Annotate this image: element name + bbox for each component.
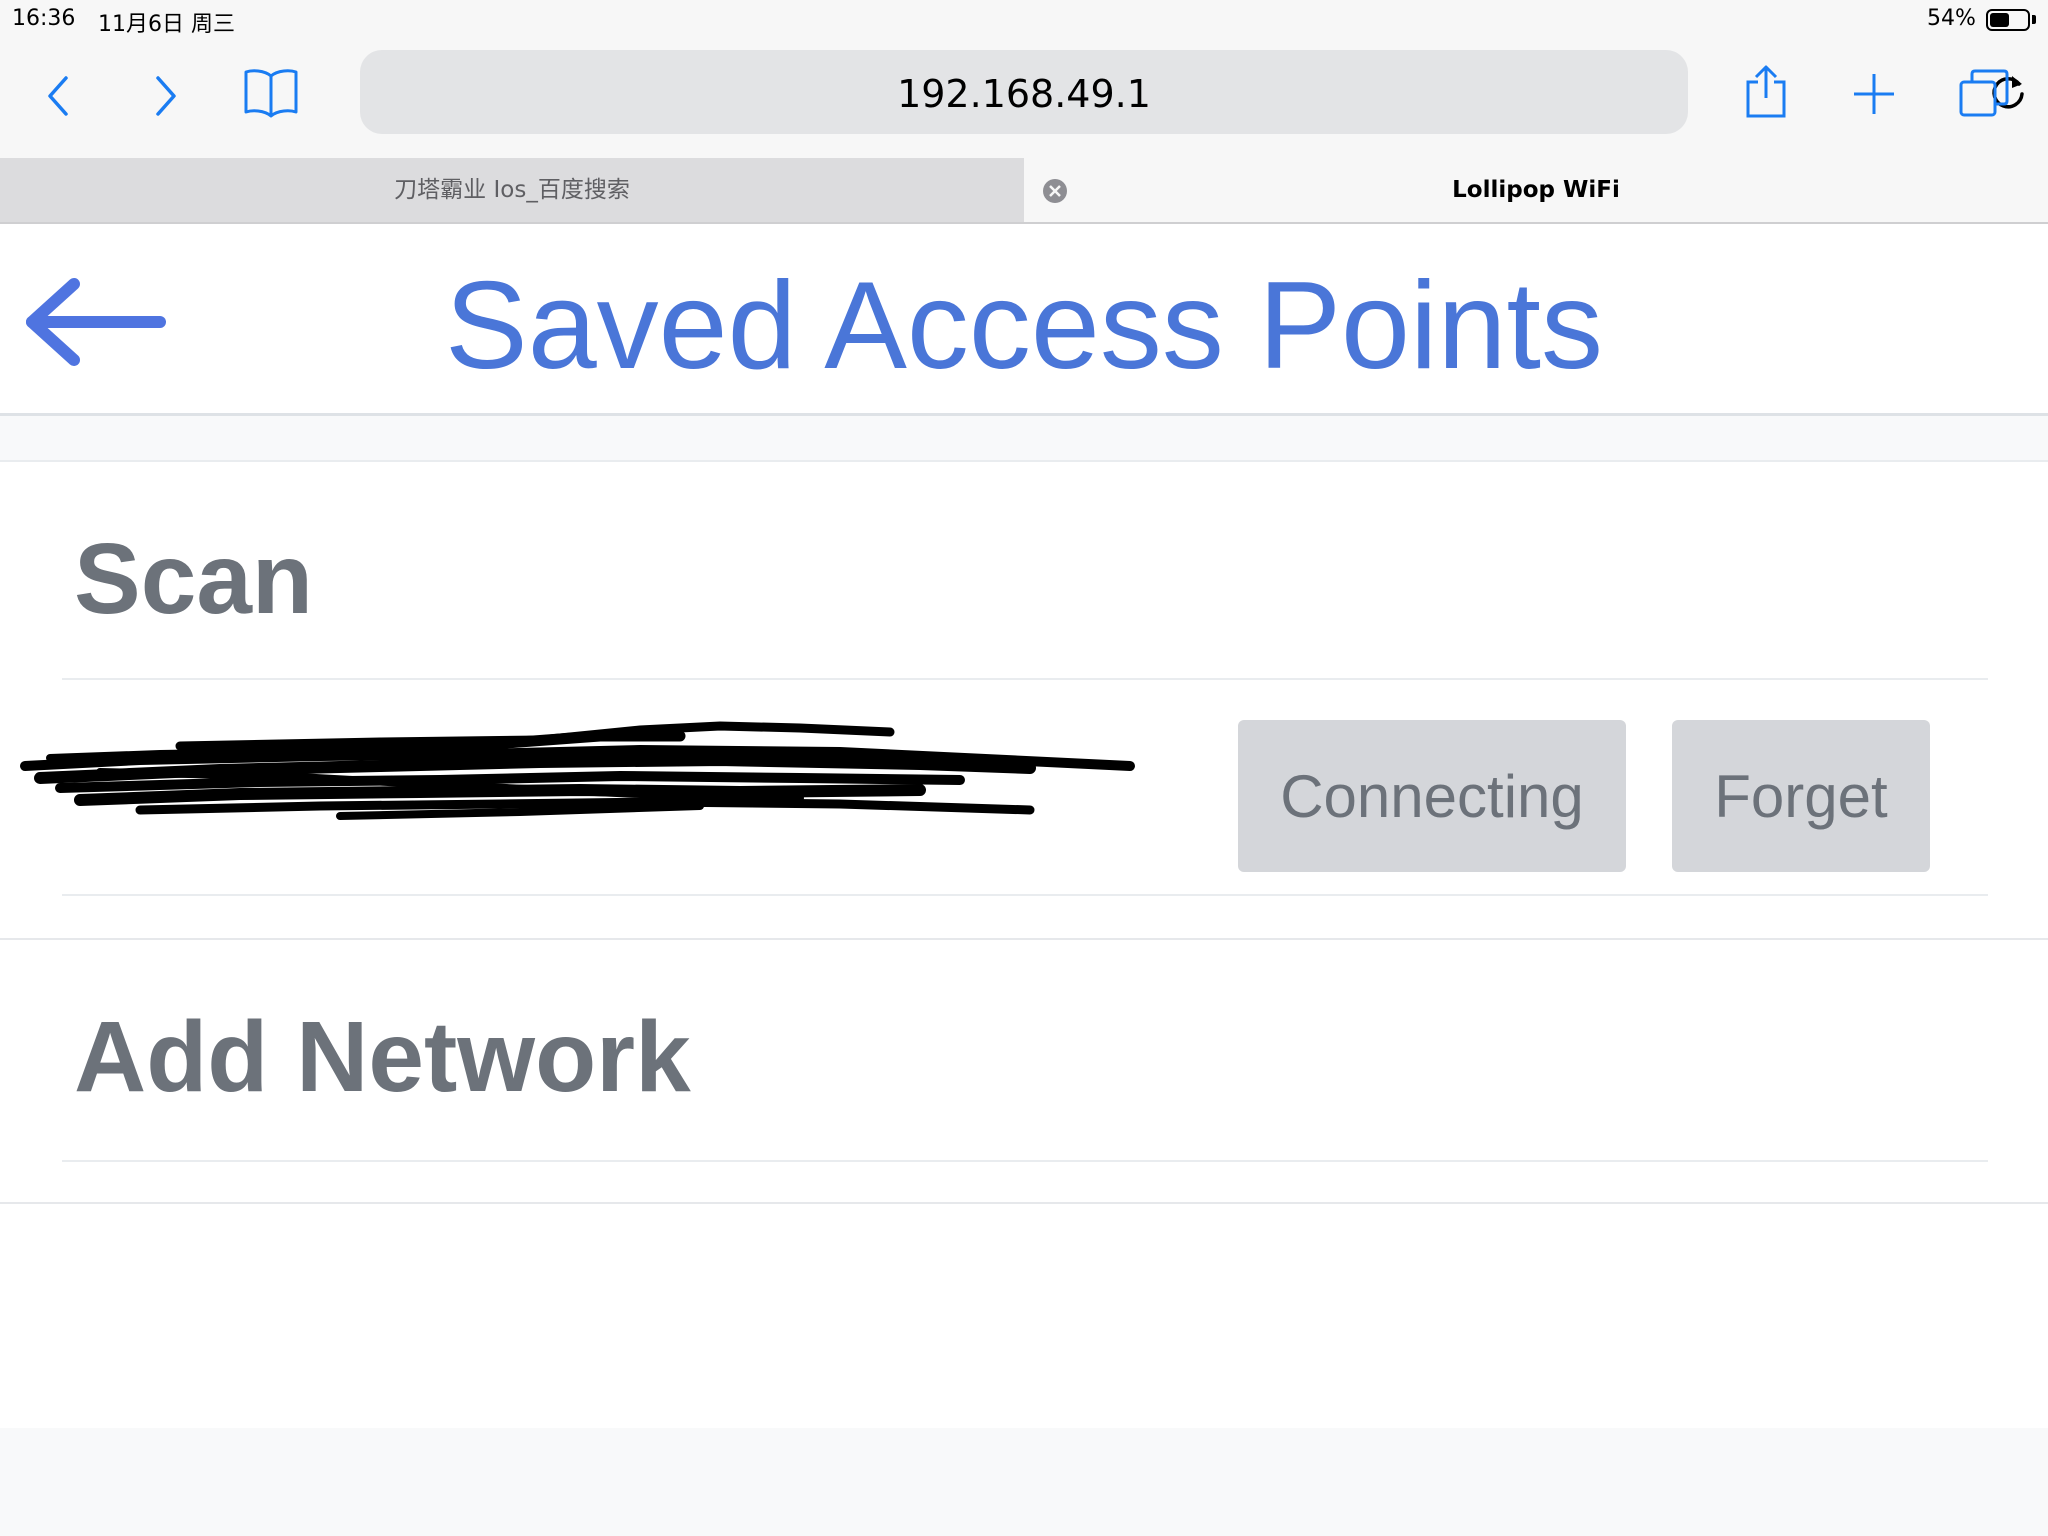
connecting-button[interactable]: Connecting [1238,720,1626,872]
share-icon[interactable] [1744,64,1788,120]
tab-label: Lollipop WiFi [1452,177,1620,203]
tab-bar: 刀塔霸业 Ios_百度搜索 Lollipop WiFi [0,158,2048,224]
address-bar[interactable]: 192.168.49.1 [360,50,2024,134]
browser-toolbar: 192.168.49.1 [0,40,2048,158]
battery-icon [1986,9,2030,31]
tabs-icon[interactable] [1958,68,2010,118]
page-title: Saved Access Points [0,256,2048,396]
access-point-card: Scan Connecting Forget Add Network [0,460,2048,1428]
redaction-scribble [20,706,1140,841]
tab-label: 刀塔霸业 Ios_百度搜索 [394,177,630,203]
web-page: Saved Access Points Scan Connecting Forg… [0,224,2048,1536]
status-date: 11月6日 周三 [98,12,235,37]
chevron-right-icon[interactable] [150,74,180,118]
add-network-link[interactable]: Add Network [74,1000,691,1115]
tab-baidu-search[interactable]: 刀塔霸业 Ios_百度搜索 [0,158,1024,222]
battery-tip [2032,15,2036,24]
section-divider [0,1202,2048,1204]
row-divider [62,1160,1988,1162]
forget-button[interactable]: Forget [1672,720,1930,872]
scan-link[interactable]: Scan [74,522,313,637]
close-tab-icon[interactable] [1042,178,1068,204]
status-time: 16:36 [12,6,76,31]
page-header: Saved Access Points [0,224,2048,416]
battery-percentage: 54% [1927,6,1976,31]
page-title-text: Saved Access Points [445,257,1603,395]
section-divider [0,938,2048,940]
address-text[interactable]: 192.168.49.1 [360,72,1688,116]
battery-level [1990,13,2010,27]
access-point-row: Connecting Forget [0,680,2048,898]
row-divider [62,894,1988,896]
plus-icon[interactable] [1852,72,1896,116]
book-icon[interactable] [242,66,300,120]
status-bar: 16:36 11月6日 周三 54% [0,0,2048,40]
chevron-left-icon[interactable] [44,74,74,118]
tab-lollipop-wifi[interactable]: Lollipop WiFi [1024,158,2048,222]
